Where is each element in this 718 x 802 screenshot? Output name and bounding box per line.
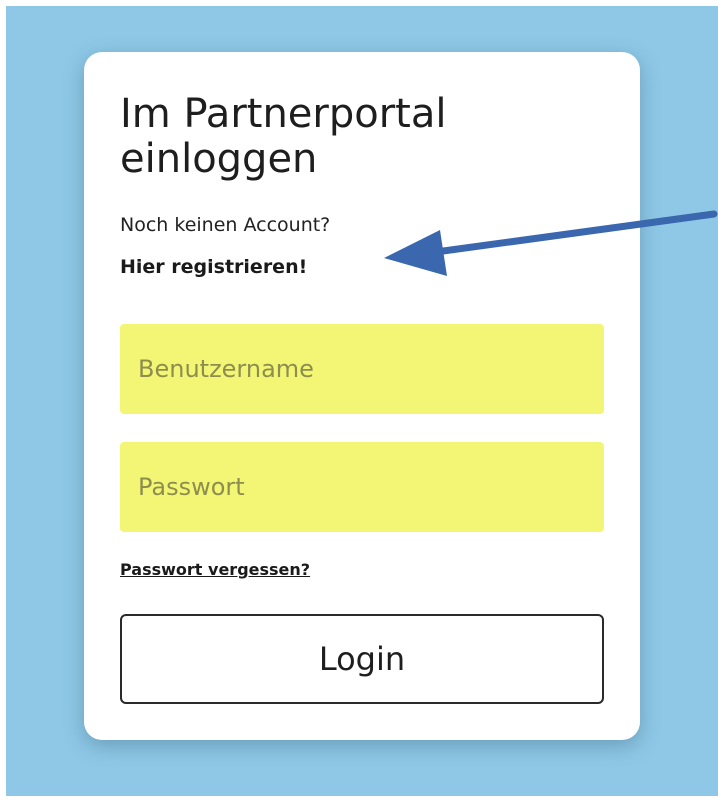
login-card: Im Partnerportal einloggen Noch keinen A… xyxy=(84,52,640,740)
password-input[interactable] xyxy=(120,442,604,532)
no-account-text: Noch keinen Account? xyxy=(120,214,331,236)
register-link[interactable]: Hier registrieren! xyxy=(120,256,307,278)
login-button[interactable]: Login xyxy=(120,614,604,704)
username-input[interactable] xyxy=(120,324,604,414)
page-title: Im Partnerportal einloggen xyxy=(120,91,447,182)
forgot-password-link[interactable]: Passwort vergessen? xyxy=(120,560,310,579)
